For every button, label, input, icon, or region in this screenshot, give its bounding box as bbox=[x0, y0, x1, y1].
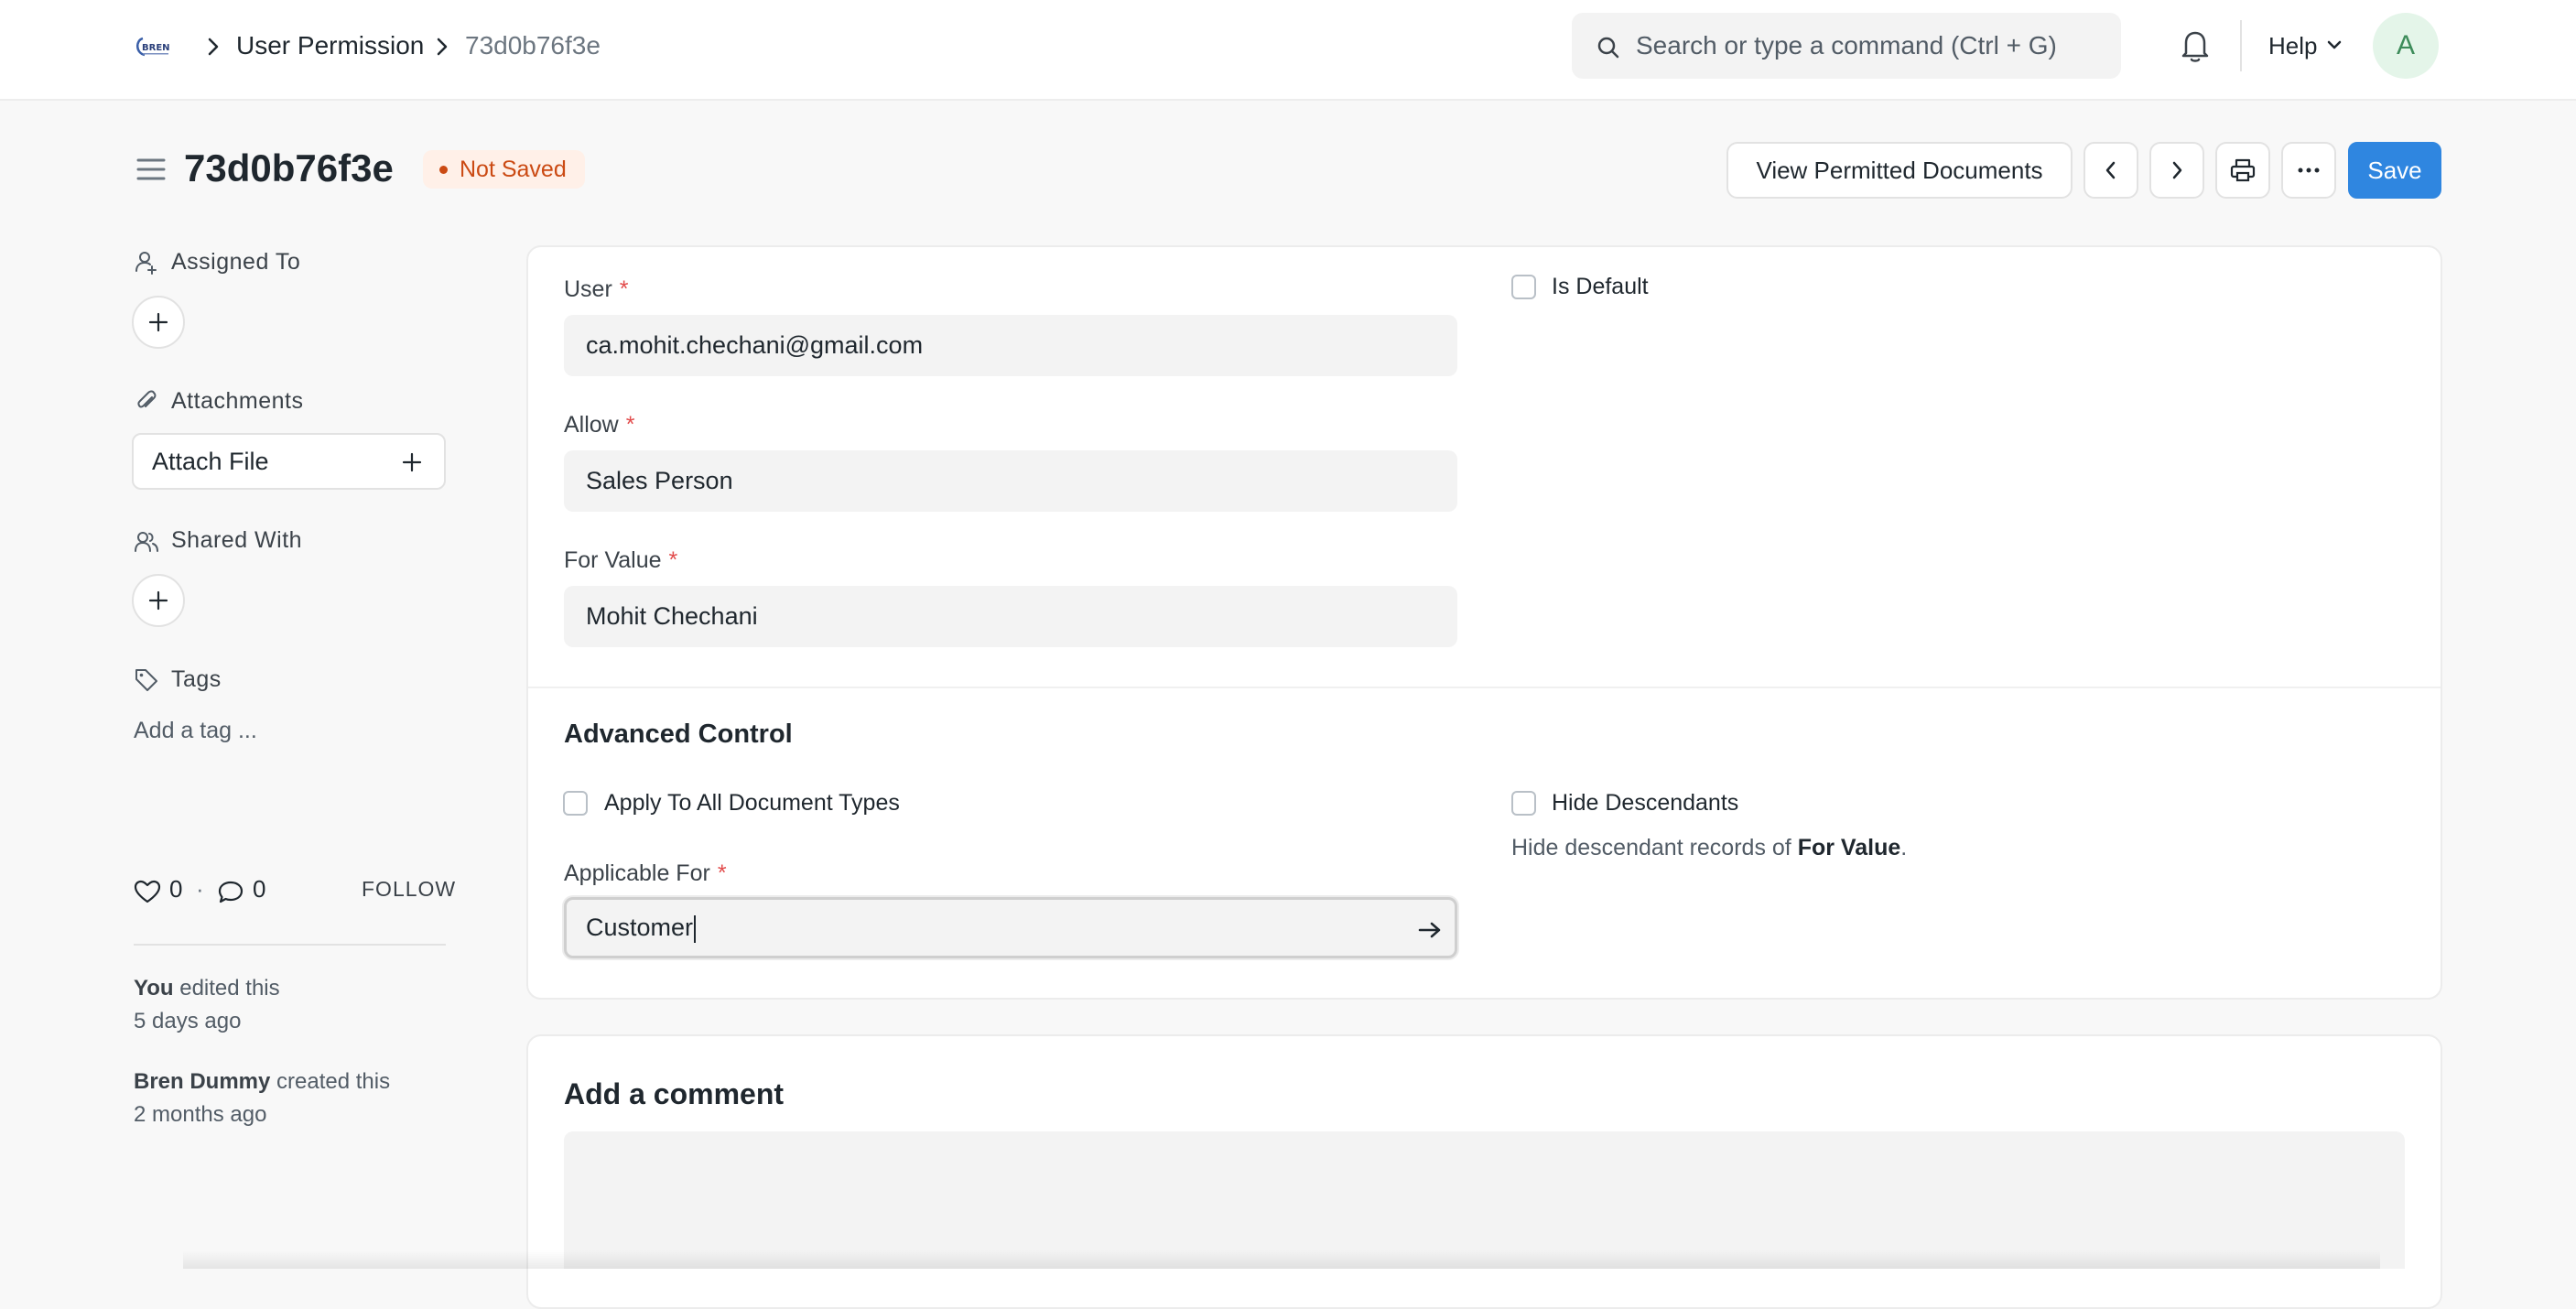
bottom-shadow bbox=[183, 1250, 2380, 1269]
tags-label: Tags bbox=[171, 666, 222, 692]
apply-to-all-doctypes-checkbox[interactable] bbox=[563, 791, 588, 816]
navbar-divider bbox=[2240, 20, 2242, 71]
user-label-text: User bbox=[564, 276, 612, 302]
comments-count: 0 bbox=[253, 875, 266, 903]
activity-time: 2 months ago bbox=[134, 1102, 267, 1127]
for-value-field[interactable]: Mohit Chechani bbox=[564, 586, 1457, 647]
add-assignee-button[interactable] bbox=[132, 296, 185, 349]
hint-suffix: . bbox=[1900, 835, 1908, 860]
applicable-for-field[interactable]: Customer bbox=[564, 897, 1457, 958]
required-mark: * bbox=[619, 276, 629, 302]
is-default-label[interactable]: Is Default bbox=[1552, 274, 1649, 300]
heart-icon[interactable] bbox=[134, 879, 161, 904]
chevron-right-icon bbox=[2172, 161, 2182, 179]
required-mark: * bbox=[625, 412, 635, 438]
allow-field-label: Allow * bbox=[564, 412, 634, 438]
user-avatar[interactable]: A bbox=[2373, 13, 2439, 79]
notification-bell-icon[interactable] bbox=[2179, 27, 2212, 64]
activity-actor[interactable]: You bbox=[134, 976, 174, 1001]
status-badge: Not Saved bbox=[423, 150, 585, 189]
help-menu[interactable]: Help bbox=[2268, 29, 2317, 62]
apply-to-all-doctypes-label[interactable]: Apply To All Document Types bbox=[604, 790, 900, 817]
hide-descendants-checkbox[interactable] bbox=[1511, 791, 1536, 816]
applicable-for-field-label: Applicable For * bbox=[564, 860, 727, 887]
chevron-left-icon bbox=[2105, 161, 2116, 179]
plus-icon bbox=[402, 452, 422, 472]
page-title: 73d0b76f3e bbox=[184, 146, 394, 189]
allow-field[interactable]: Sales Person bbox=[564, 450, 1457, 512]
shared-users-icon bbox=[135, 532, 158, 552]
applicable-for-value: Customer bbox=[586, 914, 694, 941]
stats-separator: · bbox=[196, 875, 204, 903]
tag-icon bbox=[135, 669, 157, 691]
assigned-to-label: Assigned To bbox=[171, 249, 301, 275]
allow-label-text: Allow bbox=[564, 412, 619, 438]
plus-icon bbox=[148, 312, 168, 332]
is-default-checkbox[interactable] bbox=[1511, 275, 1536, 299]
print-button[interactable] bbox=[2215, 142, 2270, 199]
text-cursor bbox=[694, 914, 697, 943]
arrow-right-icon[interactable] bbox=[1417, 919, 1443, 941]
hint-field-name: For Value bbox=[1797, 835, 1901, 860]
attachments-label: Attachments bbox=[171, 388, 304, 414]
for-value-label-text: For Value bbox=[564, 547, 662, 573]
app-logo[interactable]: BREN bbox=[134, 33, 176, 60]
save-button[interactable]: Save bbox=[2348, 142, 2441, 199]
hint-text: Hide descendant records of bbox=[1511, 835, 1791, 860]
advanced-control-title[interactable]: Advanced Control bbox=[564, 719, 793, 750]
activity-item: Bren Dummy created this bbox=[134, 1066, 390, 1098]
comment-icon[interactable] bbox=[217, 880, 244, 905]
chevron-right-icon bbox=[437, 38, 448, 56]
user-field-label: User * bbox=[564, 276, 629, 303]
paperclip-icon bbox=[137, 390, 157, 408]
chevron-right-icon bbox=[208, 38, 219, 56]
hide-descendants-hint: Hide descendant records of For Value. bbox=[1511, 835, 1907, 861]
activity-actor[interactable]: Bren Dummy bbox=[134, 1069, 270, 1094]
view-permitted-documents-button[interactable]: View Permitted Documents bbox=[1726, 142, 2073, 199]
breadcrumb-current[interactable]: 73d0b76f3e bbox=[465, 29, 601, 62]
activity-time: 5 days ago bbox=[134, 1009, 242, 1033]
comment-input[interactable] bbox=[564, 1131, 2405, 1269]
attach-file-button[interactable]: Attach File bbox=[132, 433, 446, 490]
comment-title: Add a comment bbox=[564, 1077, 785, 1110]
more-actions-button[interactable] bbox=[2281, 142, 2336, 199]
likes-count: 0 bbox=[169, 875, 183, 903]
attach-file-label: Attach File bbox=[152, 448, 269, 475]
search-bar[interactable] bbox=[1572, 13, 2121, 79]
user-field[interactable]: ca.mohit.chechani@gmail.com bbox=[564, 315, 1457, 376]
more-horizontal-icon bbox=[2298, 168, 2320, 173]
navbar: BREN User Permission 73d0b76f3e Help A bbox=[0, 0, 2576, 101]
add-share-button[interactable] bbox=[132, 574, 185, 627]
search-input[interactable] bbox=[1636, 13, 2112, 79]
chevron-down-icon[interactable] bbox=[2325, 38, 2343, 53]
sidebar-divider bbox=[134, 944, 446, 946]
sidebar-toggle-icon[interactable] bbox=[135, 156, 167, 183]
printer-icon bbox=[2230, 158, 2256, 182]
plus-icon bbox=[148, 590, 168, 611]
shared-with-label: Shared With bbox=[171, 527, 303, 553]
svg-text:BREN: BREN bbox=[142, 43, 170, 53]
section-divider bbox=[528, 687, 2441, 688]
next-document-button[interactable] bbox=[2149, 142, 2204, 199]
hide-descendants-label[interactable]: Hide Descendants bbox=[1552, 790, 1738, 817]
applicable-for-label-text: Applicable For bbox=[564, 860, 710, 886]
follow-button[interactable]: FOLLOW bbox=[362, 877, 456, 902]
search-icon bbox=[1597, 37, 1619, 59]
breadcrumb-user-permission[interactable]: User Permission bbox=[236, 29, 424, 62]
for-value-field-label: For Value * bbox=[564, 547, 677, 574]
add-tag-link[interactable]: Add a tag ... bbox=[134, 718, 257, 744]
previous-document-button[interactable] bbox=[2084, 142, 2138, 199]
required-mark: * bbox=[668, 547, 678, 573]
activity-item: You edited this bbox=[134, 972, 280, 1005]
assign-user-icon bbox=[135, 252, 157, 275]
activity-action: created this bbox=[276, 1069, 391, 1094]
activity-action: edited this bbox=[179, 976, 280, 1001]
required-mark: * bbox=[717, 860, 727, 886]
